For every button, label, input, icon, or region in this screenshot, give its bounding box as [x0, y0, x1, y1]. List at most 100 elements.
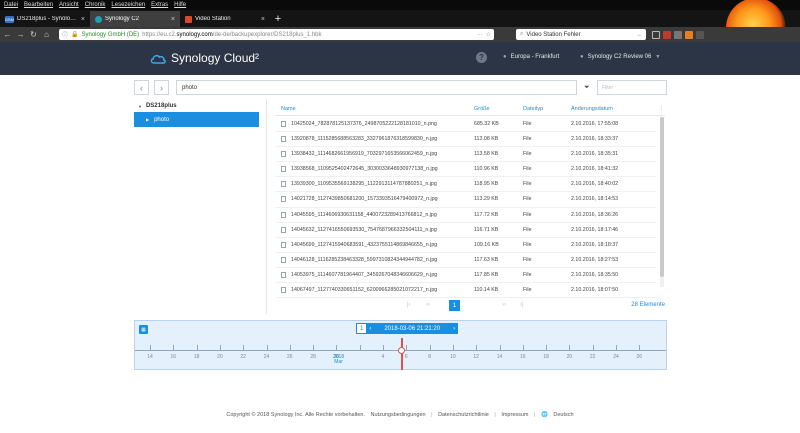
tree-item-photo[interactable]: ▶ photo — [134, 112, 259, 127]
file-icon — [281, 287, 286, 294]
timeline-tick-label: 24 — [263, 354, 270, 360]
table-row[interactable]: 14021728_1127439850681200_15733935164794… — [276, 192, 656, 208]
region-selector[interactable]: ● Europa - Frankfurt — [503, 54, 559, 60]
file-date: 2.10.2016, 18:14:53 — [571, 196, 619, 203]
menu-file[interactable]: Datei — [4, 2, 18, 8]
menu-icon[interactable] — [696, 30, 704, 39]
file-size: 113.08 KB — [474, 136, 499, 143]
menu-edit[interactable]: Bearbeiten — [24, 2, 53, 8]
forward-button[interactable]: › — [154, 80, 169, 95]
account-menu[interactable]: ● Synology C2 Review 06 ▼ — [580, 54, 660, 60]
timeline-tick — [313, 345, 315, 350]
table-row[interactable]: 14046128_1116285238463328_59973108243449… — [276, 253, 656, 268]
home-icon[interactable]: ⌂ — [42, 30, 51, 39]
file-name: 13938568_1109525402472645_30300336489309… — [291, 166, 438, 173]
menu-view[interactable]: Ansicht — [59, 2, 79, 8]
filter-input[interactable]: Filter — [597, 80, 667, 95]
table-row[interactable]: 14045699_1127415940683591_43237551148698… — [276, 238, 656, 253]
file-size: 118.95 KB — [474, 181, 499, 188]
last-page-icon[interactable]: ›| — [520, 302, 524, 308]
tree-root[interactable]: ▼ DS218plus — [134, 100, 259, 112]
url-bar[interactable]: ⓘ 🔒 Synology GmbH (DE) https://eu.c2.syn… — [59, 29, 494, 40]
timeline-tick — [383, 345, 384, 350]
table-row[interactable]: 13939300_1109535569138295_11229131147878… — [276, 177, 656, 193]
library-icon[interactable] — [652, 30, 660, 39]
imprint-link[interactable]: Impressum — [501, 412, 528, 418]
browser-search-input[interactable]: ⌕ Video Station Fehler → — [516, 29, 646, 40]
back-button[interactable]: ‹ — [134, 80, 149, 95]
close-tab-icon[interactable]: × — [171, 16, 175, 23]
column-header-date[interactable]: Änderungsdatum — [571, 106, 613, 112]
path-input[interactable]: photo — [176, 80, 577, 95]
sidebar-icon[interactable] — [674, 30, 682, 39]
browser-tab-c2[interactable]: Synology C2 × — [90, 11, 180, 27]
menu-tools[interactable]: Extras — [151, 2, 168, 8]
current-page-button[interactable]: 1 — [449, 300, 460, 311]
timeline-cursor[interactable] — [401, 338, 403, 370]
timeline-tick — [616, 345, 617, 350]
table-row[interactable]: 14045595_1114606930631158_44007232894137… — [276, 208, 656, 223]
collapse-triangle-icon[interactable]: ▶ — [146, 117, 149, 122]
expand-triangle-icon[interactable]: ▼ — [138, 104, 142, 109]
browser-tab-dsm[interactable]: DSM DS218plus - Synology DiskStation × — [0, 11, 90, 27]
help-icon[interactable]: ? — [476, 52, 487, 63]
terms-link[interactable]: Nutzungsbedingungen — [371, 412, 426, 418]
file-icon — [281, 196, 286, 203]
panel-divider[interactable] — [266, 99, 267, 314]
close-tab-icon[interactable]: × — [261, 16, 265, 23]
menu-history[interactable]: Chronik — [85, 2, 106, 8]
column-header-name[interactable]: Name — [281, 106, 296, 112]
lock-icon: 🔒 — [71, 32, 79, 38]
addon-icon[interactable] — [663, 30, 671, 39]
prev-page-icon[interactable]: ‹‹ — [426, 302, 430, 308]
table-row[interactable]: 14045632_1127416550693530_75476879663325… — [276, 223, 656, 238]
file-type: File — [523, 136, 532, 143]
file-size: 109.16 KB — [474, 241, 499, 248]
privacy-link[interactable]: Datenschutzrichtlinie — [438, 412, 489, 418]
table-row[interactable]: 10425024_782878125137376_249870522212818… — [276, 117, 656, 133]
file-name: 14067497_1127740330651152_62009662850210… — [291, 287, 438, 294]
file-size: 116.71 KB — [474, 226, 499, 233]
scrollbar-thumb[interactable] — [660, 117, 664, 277]
footer-separator: | — [494, 412, 496, 418]
page-actions-icon[interactable]: ··· — [477, 32, 483, 38]
filter-icon[interactable]: ⏷ — [584, 84, 593, 92]
first-page-icon[interactable]: |‹ — [407, 302, 411, 308]
new-tab-button[interactable]: + — [270, 11, 286, 27]
reload-icon[interactable]: ↻ — [29, 30, 38, 39]
column-header-size[interactable]: Größe — [474, 106, 490, 112]
next-page-icon[interactable]: ›› — [502, 302, 506, 308]
browser-navbar: ← → ↻ ⌂ ⓘ 🔒 Synology GmbH (DE) https://e… — [0, 27, 800, 42]
bookmark-star-icon[interactable]: ☆ — [486, 31, 491, 38]
search-go-icon[interactable]: → — [636, 32, 642, 38]
next-version-icon[interactable]: › — [450, 326, 458, 332]
synology-logo[interactable]: Synology Cloud² — [150, 51, 259, 65]
column-header-type[interactable]: Dateityp — [523, 106, 543, 112]
forward-arrow-icon[interactable]: → — [16, 30, 25, 39]
table-row[interactable]: 14067497_1127740330651152_62009662850210… — [276, 283, 656, 299]
item-count: 28 Elemente — [631, 302, 665, 308]
addon-icon[interactable] — [685, 30, 693, 39]
timeline-tick-label: 20 — [217, 354, 223, 360]
version-timeline[interactable]: ▦ 1 ‹ 2018-03-06 21:21:20 › 14 16 18 20 22 24… — [134, 320, 667, 370]
file-list-scrollbar[interactable] — [660, 117, 664, 287]
calendar-icon[interactable]: ▦ — [139, 325, 148, 334]
timeline-tick-label: 18 — [193, 354, 200, 360]
back-arrow-icon[interactable]: ← — [3, 30, 12, 39]
info-icon[interactable]: ⓘ — [62, 30, 68, 39]
browser-tab-video-station[interactable]: Video Station × — [180, 11, 270, 27]
table-row[interactable]: 14053975_1114607781964407_34592670483466… — [276, 268, 656, 284]
prev-version-icon[interactable]: ‹ — [366, 326, 374, 332]
timeline-cursor-handle[interactable] — [398, 347, 405, 354]
account-name: Synology C2 Review 06 — [587, 54, 652, 60]
dsm-favicon-icon: DSM — [5, 15, 14, 23]
menu-bookmarks[interactable]: Lesezeichen — [111, 2, 145, 8]
language-selector[interactable]: Deutsch — [553, 412, 573, 418]
filter-area: ⏷ Filter — [584, 80, 667, 95]
table-row[interactable]: 13938432_1114682661956919_70329716535660… — [276, 147, 656, 163]
table-row[interactable]: 13938568_1109525402472645_30300336489309… — [276, 162, 656, 178]
table-row[interactable]: 13920878_1115285688563283_33279618763185… — [276, 132, 656, 148]
menu-help[interactable]: Hilfe — [174, 2, 186, 8]
column-options-icon[interactable]: ⋮ — [659, 106, 664, 112]
close-tab-icon[interactable]: × — [81, 16, 85, 23]
